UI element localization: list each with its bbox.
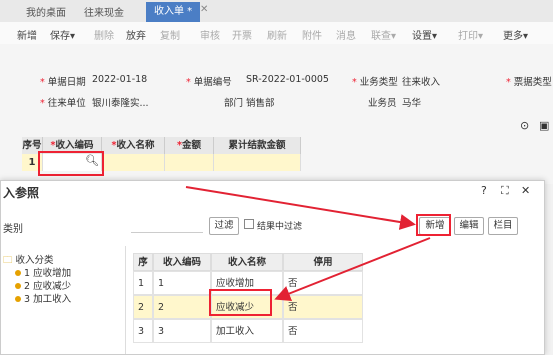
annotation-arrows bbox=[185, 186, 431, 302]
arrow-to-new bbox=[185, 186, 416, 230]
arrow-to-row bbox=[274, 237, 431, 302]
